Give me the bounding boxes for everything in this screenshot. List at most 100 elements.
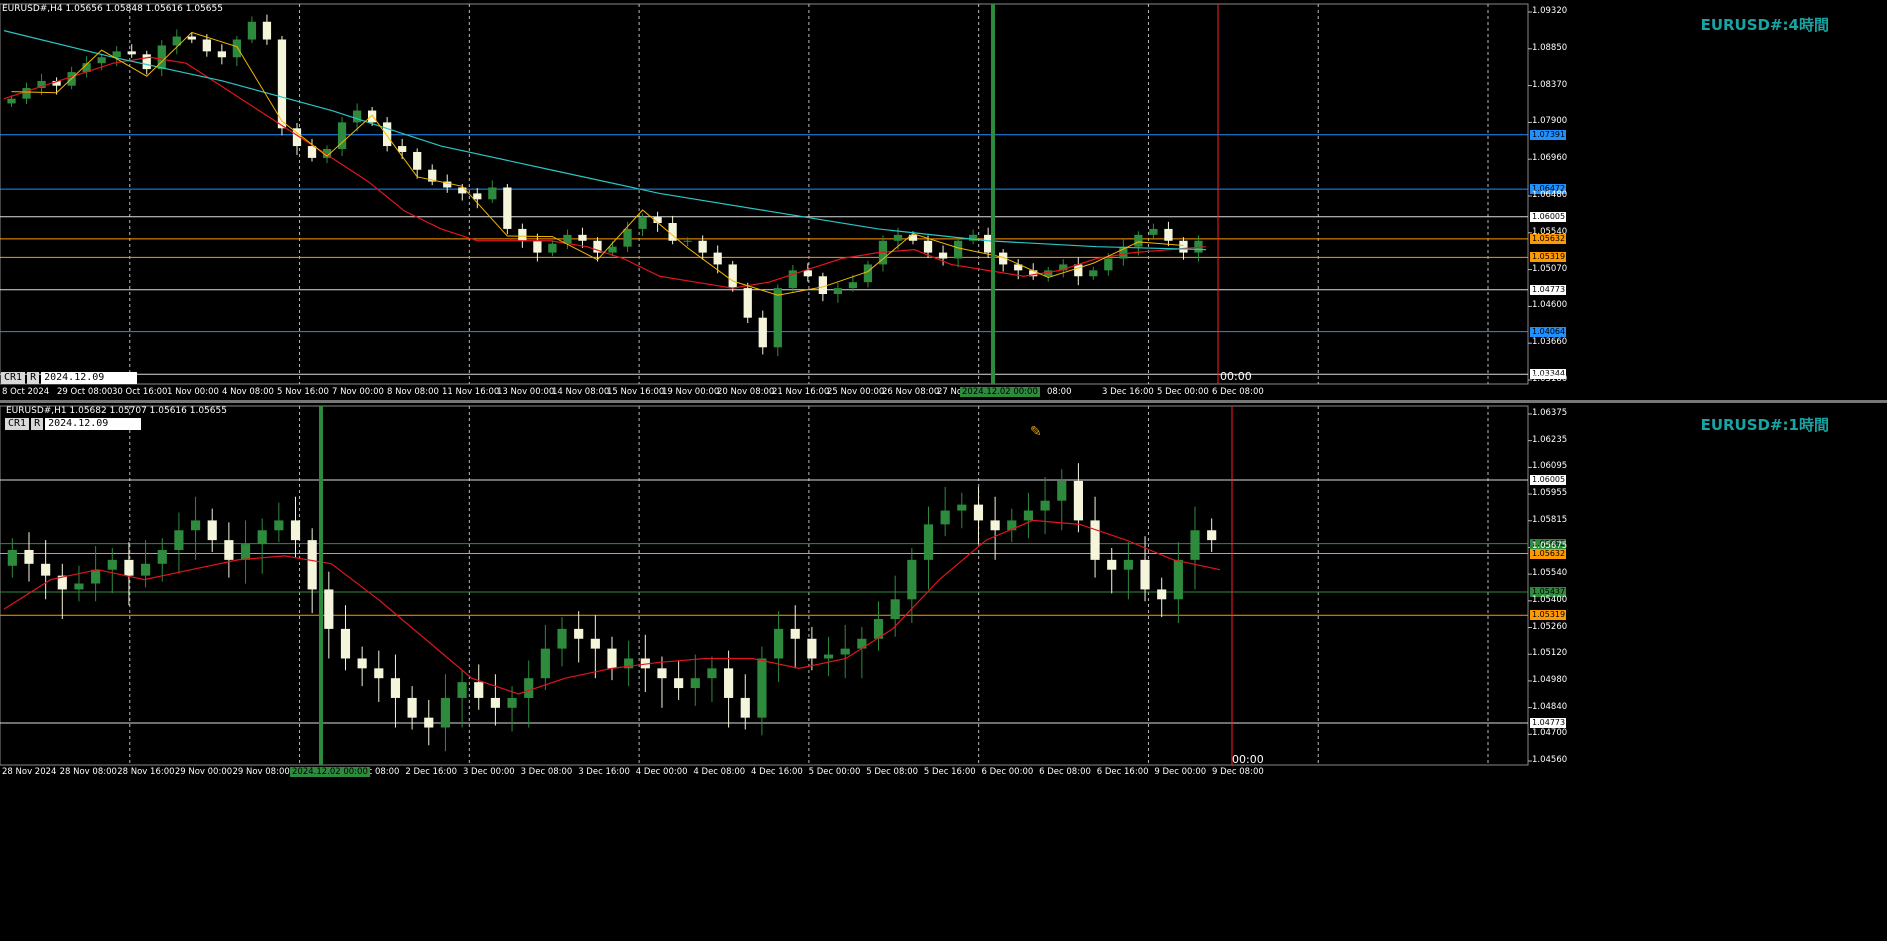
- r-button[interactable]: R: [31, 418, 44, 430]
- x-tick-label: 7 Nov 00:00: [332, 387, 384, 397]
- y-tick-label: 1.03660: [1532, 337, 1568, 348]
- x-tick-label: 8 Nov 08:00: [387, 387, 439, 397]
- h1-crosshair-chip: CR1 R 2024.12.09 15:00: [5, 418, 142, 441]
- r-button[interactable]: R: [27, 372, 40, 384]
- candle-body: [923, 240, 933, 253]
- x-tick-label: 4 Dec 16:00: [751, 767, 803, 777]
- candle-body: [940, 510, 950, 525]
- candle-body: [390, 678, 401, 698]
- y-tick-label: 1.05955: [1532, 488, 1568, 499]
- candle-body: [823, 654, 834, 659]
- candle-body: [540, 648, 550, 679]
- price-level-tag: 1.06005: [1530, 211, 1566, 222]
- candle-body: [457, 682, 467, 698]
- candle-body: [973, 504, 984, 521]
- candle-body: [833, 288, 843, 295]
- candle-body: [262, 21, 272, 40]
- candle-body: [473, 193, 482, 200]
- x-tick-label: 08:00: [1047, 387, 1072, 397]
- h1-symbol-header: EURUSD#,H1 1.05682 1.05707 1.05616 1.056…: [6, 406, 227, 416]
- candle-body: [707, 668, 717, 679]
- cr-button[interactable]: CR1: [1, 372, 26, 384]
- candle-body: [890, 599, 900, 620]
- candle-body: [507, 697, 517, 708]
- y-tick-label: 1.05260: [1532, 621, 1568, 632]
- candle-body: [1207, 530, 1217, 541]
- x-tick-label: 15 Nov 16:00: [607, 387, 665, 397]
- candle-body: [1074, 264, 1083, 277]
- candle-body: [357, 658, 367, 669]
- candle-body: [141, 563, 151, 576]
- candle-body: [490, 697, 500, 708]
- x-tick-label: 3 Dec 16:00: [578, 767, 630, 777]
- x-crosshair-date: 2024.12.02 00:00: [290, 767, 370, 777]
- candle-body: [307, 146, 317, 158]
- candle-body: [157, 45, 166, 70]
- candle-body: [1023, 510, 1034, 521]
- candle-body: [773, 288, 782, 348]
- candle-body: [22, 88, 31, 99]
- candle-body: [724, 668, 734, 698]
- candle-body: [790, 628, 800, 639]
- x-tick-label: 6 Dec 16:00: [1096, 767, 1149, 777]
- candle-body: [413, 151, 422, 170]
- y-tick-label: 1.04700: [1532, 728, 1568, 739]
- y-tick-label: 1.03180: [1532, 374, 1568, 384]
- candle-body: [623, 228, 632, 247]
- x-tick-label: 4 Nov 08:00: [222, 387, 274, 397]
- x-tick-label: 28 Nov 2024: [2, 767, 57, 777]
- candle-body: [758, 317, 767, 348]
- h1-chart-canvas[interactable]: [0, 403, 1887, 941]
- x-tick-label: 29 Nov 08:00: [232, 767, 290, 777]
- y-tick-label: 1.05675: [1532, 541, 1568, 552]
- trade-icon[interactable]: ✎: [1030, 424, 1042, 440]
- candle-body: [743, 288, 752, 318]
- candle-body: [863, 264, 873, 283]
- y-tick-label: 1.05120: [1532, 648, 1568, 659]
- candle-body: [142, 54, 151, 70]
- candle-body: [224, 540, 234, 560]
- candle-body: [232, 39, 242, 58]
- candle-body: [91, 569, 101, 584]
- x-tick-label: 14 Nov 08:00: [552, 387, 610, 397]
- y-tick-label: 1.04600: [1532, 300, 1568, 311]
- candle-body: [407, 697, 417, 718]
- crosshair-datetime: 2024.12.09 15:00: [45, 418, 142, 441]
- y-tick-label: 1.08850: [1532, 42, 1568, 53]
- candle-body: [1089, 270, 1098, 277]
- candle-body: [1179, 240, 1188, 253]
- h1-chart-pane[interactable]: EURUSD#,H1 1.05682 1.05707 1.05616 1.056…: [0, 403, 1887, 941]
- h4-chart-canvas[interactable]: [0, 0, 1887, 400]
- candle-body: [7, 98, 16, 104]
- x-tick-label: 4 Dec 08:00: [693, 767, 746, 777]
- candle-body: [1140, 559, 1150, 590]
- candle-body: [818, 276, 827, 295]
- y-tick-label: 1.09320: [1532, 6, 1568, 16]
- price-level-tag: 1.05319: [1530, 610, 1566, 621]
- candle-body: [307, 540, 317, 590]
- y-tick-label: 1.05070: [1532, 263, 1568, 274]
- candle-body: [1104, 258, 1113, 271]
- candle-body: [127, 51, 136, 55]
- candle-body: [1090, 520, 1100, 560]
- candle-body: [424, 717, 434, 728]
- x-tick-label: 29 Nov 00:00: [174, 767, 233, 777]
- candle-body: [638, 217, 647, 229]
- x-tick-label: 6 Dec 08:00: [1212, 387, 1264, 397]
- candle-body: [1149, 228, 1158, 235]
- candle-body: [440, 697, 451, 728]
- x-tick-label: 9 Dec 08:00: [1212, 767, 1264, 777]
- candle-body: [953, 240, 963, 259]
- cr-button[interactable]: CR1: [5, 418, 30, 430]
- h4-watermark: EURUSD#:4時間: [1700, 16, 1829, 34]
- h1-now-label: 00:00: [1232, 753, 1264, 766]
- h4-chart-pane[interactable]: EURUSD#,H4 1.05656 1.05848 1.05616 1.056…: [0, 0, 1887, 400]
- x-tick-label: 26 Nov 08:00: [882, 387, 940, 397]
- candle-body: [548, 243, 557, 253]
- candle-body: [124, 559, 134, 576]
- price-level-tag: 1.04064: [1530, 326, 1566, 337]
- candle-body: [590, 638, 600, 649]
- candle-body: [857, 638, 867, 649]
- candle-body: [247, 21, 257, 40]
- candle-body: [524, 678, 534, 698]
